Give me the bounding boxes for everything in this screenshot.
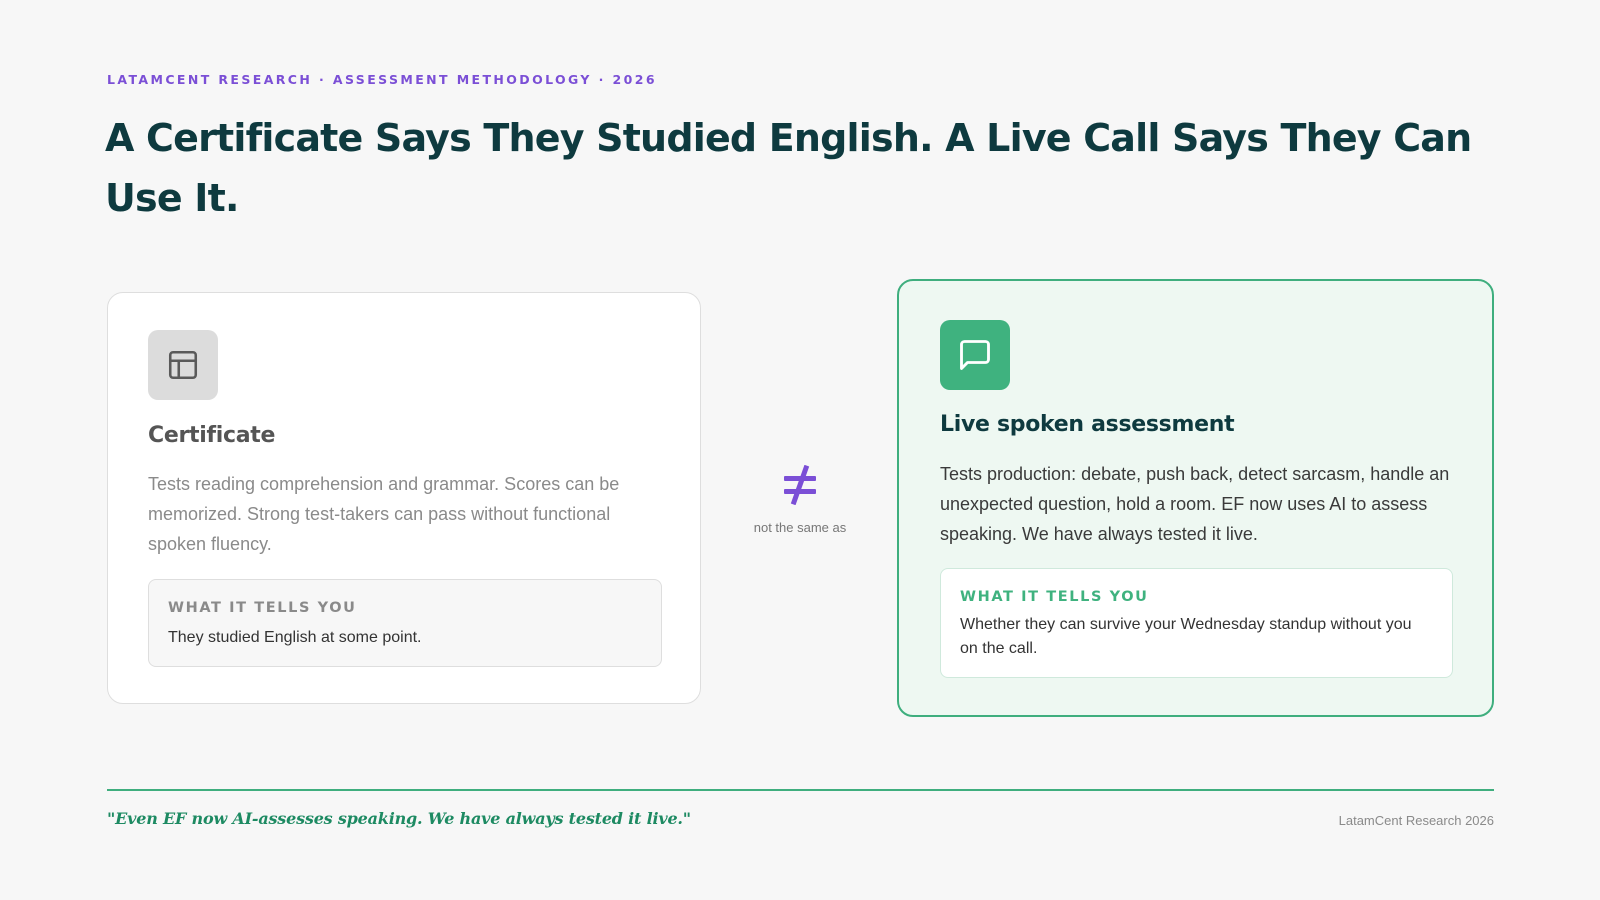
live-assessment-tells-text: Whether they can survive your Wednesday … — [960, 616, 1412, 657]
certificate-card: Certificate Tests reading comprehension … — [107, 292, 701, 704]
certificate-tells-text: They studied English at some point. — [168, 629, 422, 646]
eyebrow-label: LATAMCENT RESEARCH · ASSESSMENT METHODOL… — [107, 72, 657, 87]
live-assessment-tells-label: WHAT IT TELLS YOU — [960, 589, 1149, 605]
page-title: A Certificate Says They Studied English.… — [105, 116, 1472, 220]
footer-divider — [107, 789, 1494, 791]
layout-icon — [168, 350, 198, 380]
live-assessment-card: Live spoken assessment Tests production:… — [897, 279, 1494, 717]
live-assessment-heading: Live spoken assessment — [940, 412, 1235, 437]
certificate-icon-tile — [148, 330, 218, 400]
footer-quote: "Even EF now AI-assesses speaking. We ha… — [107, 809, 691, 828]
footer-credit: LatamCent Research 2026 — [1338, 813, 1494, 828]
live-assessment-tells-box: WHAT IT TELLS YOU Whether they can survi… — [940, 568, 1453, 678]
certificate-tells-label: WHAT IT TELLS YOU — [168, 600, 357, 616]
certificate-heading: Certificate — [148, 423, 276, 448]
separator-label: not the same as — [753, 520, 847, 535]
not-equal-icon — [784, 465, 816, 505]
live-assessment-icon-tile — [940, 320, 1010, 390]
live-assessment-description: Tests production: debate, push back, det… — [940, 464, 1450, 544]
certificate-description: Tests reading comprehension and grammar.… — [148, 474, 620, 554]
chat-bubble-icon — [960, 340, 990, 370]
certificate-tells-box: WHAT IT TELLS YOU They studied English a… — [148, 579, 662, 667]
